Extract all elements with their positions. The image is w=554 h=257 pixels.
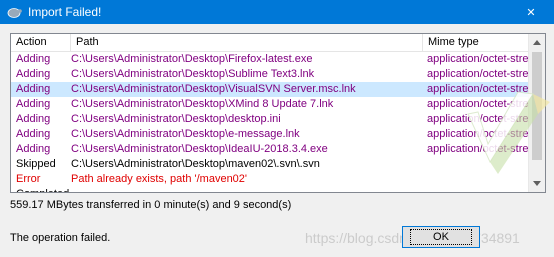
close-button[interactable]: ✕ bbox=[508, 0, 554, 24]
row-path bbox=[71, 187, 421, 192]
window-title: Import Failed! bbox=[28, 5, 102, 19]
row-path: C:\Users\Administrator\Desktop\Sublime T… bbox=[71, 68, 315, 80]
row-action: Adding bbox=[16, 83, 51, 95]
scroll-up-icon[interactable] bbox=[529, 34, 545, 51]
row-mime-type: application/octet-stream bbox=[427, 53, 529, 65]
ok-button[interactable]: OK bbox=[402, 226, 480, 248]
row-path: C:\Users\Administrator\Desktop\maven02\.… bbox=[71, 158, 320, 170]
column-header-path[interactable]: Path bbox=[70, 34, 422, 51]
title-bar: Import Failed! ✕ bbox=[0, 0, 554, 24]
row-action: Adding bbox=[16, 128, 51, 140]
list-header: Action Path Mime type bbox=[11, 34, 529, 52]
ok-button-label: OK bbox=[410, 229, 472, 245]
row-action: Adding bbox=[16, 143, 51, 155]
result-message: The operation failed. bbox=[10, 232, 111, 244]
row-action: Skipped bbox=[16, 158, 56, 170]
column-header-action[interactable]: Action bbox=[11, 34, 70, 51]
list-row[interactable]: Adding C:\Users\Administrator\Desktop\Fir… bbox=[11, 52, 529, 67]
close-icon: ✕ bbox=[526, 6, 536, 19]
row-path: C:\Users\Administrator\Desktop\e-message… bbox=[71, 128, 300, 140]
row-path: C:\Users\Administrator\Desktop\Firefox-l… bbox=[71, 53, 313, 65]
row-path: C:\Users\Administrator\Desktop\IdeaIU-20… bbox=[71, 143, 328, 155]
row-action: Error bbox=[16, 173, 41, 185]
transfer-status: 559.17 MBytes transferred in 0 minute(s)… bbox=[10, 199, 292, 211]
row-action: Adding bbox=[16, 113, 51, 125]
row-path: C:\Users\Administrator\Desktop\XMind 8 U… bbox=[71, 98, 334, 110]
dialog-body: Action Path Mime type Adding C:\Users\Adm… bbox=[0, 24, 554, 257]
row-action: Adding bbox=[16, 53, 51, 65]
checkmark-logo-icon bbox=[467, 91, 550, 174]
row-action: Completed! bbox=[16, 187, 70, 192]
row-action: Adding bbox=[16, 68, 51, 80]
row-path: Path already exists, path '/maven02' bbox=[71, 173, 248, 185]
tortoisesvn-icon bbox=[6, 4, 22, 20]
column-header-mime[interactable]: Mime type bbox=[422, 34, 529, 51]
row-action: Adding bbox=[16, 98, 51, 110]
row-path: C:\Users\Administrator\Desktop\desktop.i… bbox=[71, 113, 281, 125]
row-path: C:\Users\Administrator\Desktop\VisualSVN… bbox=[71, 83, 356, 95]
